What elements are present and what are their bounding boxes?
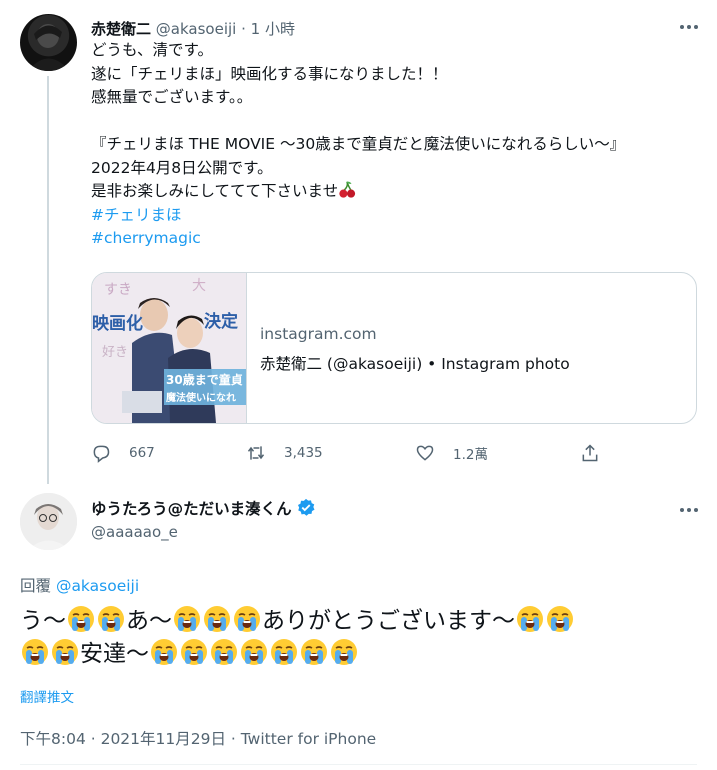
- card-image-text: 好き: [102, 345, 129, 360]
- reply-text-segment: あ～: [126, 608, 172, 634]
- like-button[interactable]: 1.2萬: [415, 442, 488, 464]
- verified-badge-icon: [297, 498, 315, 516]
- share-icon: [582, 444, 598, 462]
- loudly-crying-face-emoji-icon: [517, 606, 543, 632]
- translate-link[interactable]: 翻譯推文: [20, 686, 74, 706]
- hashtag-link[interactable]: #チェリまほ: [91, 204, 701, 228]
- loudly-crying-face-emoji-icon: [68, 606, 94, 632]
- loudly-crying-face-emoji-icon: [204, 606, 230, 632]
- replier-name-row: ゆうたろう@ただいま湊くん: [91, 497, 316, 519]
- tweet-line: 遂に「チェリまほ」映画化する事になりました！！: [91, 64, 448, 83]
- author-handle[interactable]: @akasoeiji: [156, 20, 237, 38]
- replying-to-mention[interactable]: @akasoeiji: [56, 577, 139, 595]
- retweet-count: 3,435: [284, 445, 323, 461]
- link-card[interactable]: 映画化 決定 30歳まで童貞 魔法使いになれ すき 好き 大: [91, 272, 697, 424]
- author-avatar[interactable]: [20, 14, 77, 71]
- more-options-icon[interactable]: [676, 497, 702, 523]
- avatar-photo: [20, 493, 77, 550]
- card-domain: instagram.com: [260, 325, 377, 343]
- more-options-icon[interactable]: [676, 14, 702, 40]
- tweet-timestamp[interactable]: 下午8:04 · 2021年11月29日 · Twitter for iPhon…: [20, 727, 376, 749]
- tweet-time[interactable]: 1 小時: [251, 20, 295, 38]
- reply-body: う～ あ～ ありがとうございます～ 安達～: [20, 605, 710, 671]
- header-dot: ·: [241, 20, 246, 38]
- tweet-line: 感無量でございます。。: [91, 88, 253, 106]
- loudly-crying-face-emoji-icon: [22, 639, 48, 665]
- loudly-crying-face-emoji-icon: [52, 639, 78, 665]
- loudly-crying-face-emoji-icon: [174, 606, 200, 632]
- loudly-crying-face-emoji-icon: [98, 606, 124, 632]
- reply-icon: [93, 445, 110, 463]
- tweet-line: どうも、清です。: [91, 41, 213, 59]
- card-image-text: 30歳まで童貞: [166, 373, 243, 387]
- loudly-crying-face-emoji-icon: [331, 639, 357, 665]
- loudly-crying-face-emoji-icon: [241, 639, 267, 665]
- tweet-line: 是非お楽しみにしててて下さいませ: [91, 182, 339, 200]
- card-image-text: すき: [104, 282, 132, 298]
- divider: [20, 764, 697, 765]
- card-title: 赤楚衛二 (@akasoeiji) • Instagram photo: [260, 355, 570, 373]
- loudly-crying-face-emoji-icon: [211, 639, 237, 665]
- reply-count: 667: [129, 445, 155, 461]
- replying-to: 回覆 @akasoeiji: [20, 574, 139, 596]
- card-image-text: 映画化: [92, 314, 143, 334]
- avatar-photo: [28, 24, 70, 71]
- reply-button[interactable]: 667: [91, 442, 155, 464]
- loudly-crying-face-emoji-icon: [301, 639, 327, 665]
- tweet-line: 『チェリまほ THE MOVIE ～30歳まで童貞だと魔法使いになれるらしい～』: [91, 135, 626, 153]
- loudly-crying-face-emoji-icon: [151, 639, 177, 665]
- tweet-line-with-emoji: 是非お楽しみにしててて下さいませ: [91, 180, 701, 204]
- reply-line: 安達～: [20, 638, 710, 671]
- card-image-text: 決定: [204, 312, 238, 332]
- tweet-header: 赤楚衛二 @akasoeiji · 1 小時: [91, 18, 295, 39]
- loudly-crying-face-emoji-icon: [181, 639, 207, 665]
- author-name[interactable]: 赤楚衛二: [91, 20, 151, 38]
- like-count: 1.2萬: [453, 447, 488, 463]
- cherry-emoji-icon: [339, 181, 356, 198]
- tweet-line: 2022年4月8日公開です。: [91, 158, 273, 177]
- replying-prefix: 回覆: [20, 577, 56, 595]
- replier-handle[interactable]: @aaaaao_e: [91, 523, 178, 541]
- card-thumbnail: 映画化 決定 30歳まで童貞 魔法使いになれ すき 好き 大: [92, 273, 247, 423]
- reply-text-segment: 安達～: [80, 641, 149, 667]
- hashtag-link[interactable]: #cherrymagic: [91, 227, 701, 251]
- retweet-icon: [247, 446, 265, 460]
- replier-avatar[interactable]: [20, 493, 77, 550]
- replier-name[interactable]: ゆうたろう@ただいま湊くん: [91, 500, 292, 518]
- retweet-button[interactable]: 3,435: [246, 442, 323, 464]
- loudly-crying-face-emoji-icon: [271, 639, 297, 665]
- loudly-crying-face-emoji-icon: [234, 606, 260, 632]
- card-image-text: 魔法使いになれ: [166, 393, 236, 404]
- heart-icon: [416, 445, 434, 461]
- reply-line: う～ あ～ ありがとうございます～: [20, 605, 710, 638]
- thread-connector: [47, 76, 49, 484]
- share-button[interactable]: [580, 442, 618, 464]
- reply-text-segment: ありがとうございます～: [262, 608, 515, 634]
- tweet-body: どうも、清です。 遂に「チェリまほ」映画化する事になりました！！ 感無量でござい…: [91, 39, 701, 251]
- reply-text-segment: う～: [20, 608, 66, 634]
- card-image-text: 大: [192, 278, 206, 294]
- loudly-crying-face-emoji-icon: [547, 606, 573, 632]
